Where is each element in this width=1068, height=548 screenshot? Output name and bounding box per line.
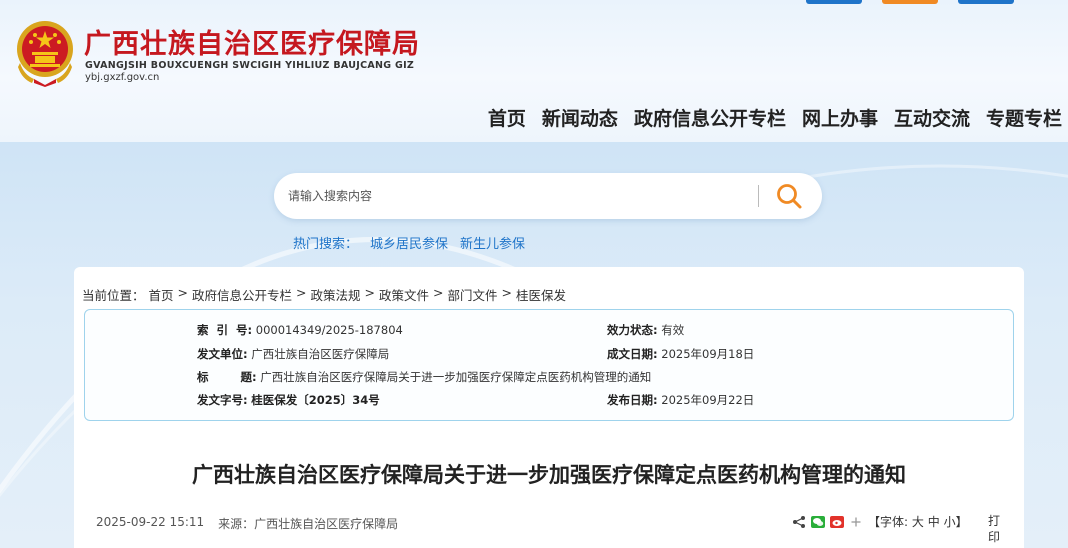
main-nav: 首页 新闻动态 政府信息公开专栏 网上办事 互动交流 专题专栏: [488, 104, 1062, 131]
publish-datetime: 2025-09-22 15:11: [96, 515, 205, 529]
article-info: 2025-09-22 15:11 来源：广西壮族自治区医疗保障局: [96, 515, 398, 532]
meta-validity-value: 有效: [661, 323, 685, 337]
nav-special-topics[interactable]: 专题专栏: [986, 104, 1062, 131]
breadcrumb-item[interactable]: 政府信息公开专栏: [192, 285, 292, 304]
meta-title-label: 标 题:: [197, 370, 257, 384]
share-icon[interactable]: [792, 515, 806, 529]
hot-search-label: 热门搜索：: [293, 237, 359, 252]
site-subtitle: GVANGJSIH BOUXCUENGH SWCIGIH YIHLIUZ BAU…: [85, 60, 415, 71]
search-divider: [758, 185, 759, 207]
national-emblem-icon[interactable]: [14, 19, 76, 87]
breadcrumb: 当前位置： 首页 > 政府信息公开专栏 > 政策法规 > 政策文件 > 部门文件…: [82, 285, 566, 304]
more-plus-icon[interactable]: [849, 515, 863, 529]
site-title: 广西壮族自治区医疗保障局: [84, 29, 420, 60]
meta-index-label: 索 引 号:: [197, 323, 253, 337]
hot-search: 热门搜索： 城乡居民参保 新生儿参保: [293, 233, 525, 252]
source-label: 来源：: [218, 517, 255, 531]
breadcrumb-item[interactable]: 部门文件: [448, 285, 498, 304]
wechat-icon[interactable]: [811, 515, 825, 529]
weibo-icon[interactable]: [830, 515, 844, 529]
breadcrumb-label: 当前位置：: [82, 288, 145, 303]
meta-written-label: 成文日期:: [607, 347, 658, 361]
breadcrumb-item[interactable]: 桂医保发: [516, 285, 566, 304]
top-strip: [882, 0, 938, 4]
top-strip: [806, 0, 862, 4]
source-value: 广西壮族自治区医疗保障局: [254, 517, 399, 531]
meta-validity-label: 效力状态:: [607, 323, 658, 337]
nav-interaction[interactable]: 互动交流: [894, 104, 970, 131]
meta-published-label: 发布日期:: [607, 393, 658, 407]
meta-published-value: 2025年09月22日: [661, 393, 755, 407]
article-tools: 【字体: 大 中 小】: [792, 513, 968, 530]
site-domain: ybj.gxzf.gov.cn: [85, 72, 160, 83]
meta-docno-value: 桂医保发〔2025〕34号: [251, 393, 380, 407]
meta-issuer-value: 广西壮族自治区医疗保障局: [251, 347, 390, 361]
breadcrumb-item[interactable]: 政策法规: [311, 285, 361, 304]
article-title: 广西壮族自治区医疗保障局关于进一步加强医疗保障定点医药机构管理的通知: [192, 463, 906, 487]
meta-validity: 效力状态: 有效: [607, 322, 684, 338]
nav-home[interactable]: 首页: [488, 104, 526, 131]
hot-search-term[interactable]: 城乡居民参保: [370, 233, 448, 252]
meta-index-value: 000014349/2025-187804: [255, 323, 403, 337]
meta-title: 标 题: 广西壮族自治区医疗保障局关于进一步加强医疗保障定点医药机构管理的通知: [197, 369, 651, 385]
meta-written-date: 成文日期: 2025年09月18日: [607, 346, 754, 362]
font-prefix: 【字体:: [868, 515, 909, 529]
font-small-button[interactable]: 小: [944, 515, 956, 529]
search-icon[interactable]: [774, 181, 804, 211]
breadcrumb-item[interactable]: 首页: [149, 285, 174, 304]
top-strip: [958, 0, 1014, 4]
meta-index: 索 引 号: 000014349/2025-187804: [197, 322, 403, 338]
article-source: 来源：广西壮族自治区医疗保障局: [218, 515, 398, 532]
font-suffix: 】: [955, 515, 968, 529]
nav-online-services[interactable]: 网上办事: [802, 104, 878, 131]
breadcrumb-separator: >: [364, 285, 376, 300]
font-size-control: 【字体: 大 中 小】: [868, 513, 968, 530]
meta-published-date: 发布日期: 2025年09月22日: [607, 392, 754, 408]
search-box: [274, 173, 822, 219]
hot-search-term[interactable]: 新生儿参保: [460, 233, 525, 252]
meta-written-value: 2025年09月18日: [661, 347, 755, 361]
meta-issuer: 发文单位: 广西壮族自治区医疗保障局: [197, 346, 389, 362]
article-card: 当前位置： 首页 > 政府信息公开专栏 > 政策法规 > 政策文件 > 部门文件…: [74, 267, 1024, 548]
nav-gov-info[interactable]: 政府信息公开专栏: [634, 104, 786, 131]
site-header: 广西壮族自治区医疗保障局 GVANGJSIH BOUXCUENGH SWCIGI…: [0, 0, 1068, 142]
breadcrumb-separator: >: [296, 285, 307, 300]
print-button[interactable]: 打印: [988, 513, 1002, 545]
meta-docno: 发文字号: 桂医保发〔2025〕34号: [197, 392, 380, 408]
meta-docno-label: 发文字号:: [197, 393, 248, 407]
document-metadata: 索 引 号: 000014349/2025-187804 效力状态: 有效 发文…: [84, 309, 1014, 421]
nav-news[interactable]: 新闻动态: [542, 104, 618, 131]
search-input[interactable]: [288, 185, 748, 207]
breadcrumb-separator: >: [501, 285, 513, 300]
breadcrumb-separator: >: [433, 285, 444, 300]
meta-title-value: 广西壮族自治区医疗保障局关于进一步加强医疗保障定点医药机构管理的通知: [260, 370, 652, 384]
font-medium-button[interactable]: 中: [928, 515, 940, 529]
breadcrumb-item[interactable]: 政策文件: [379, 285, 429, 304]
font-large-button[interactable]: 大: [912, 515, 924, 529]
breadcrumb-separator: >: [177, 285, 189, 300]
meta-issuer-label: 发文单位:: [197, 347, 248, 361]
